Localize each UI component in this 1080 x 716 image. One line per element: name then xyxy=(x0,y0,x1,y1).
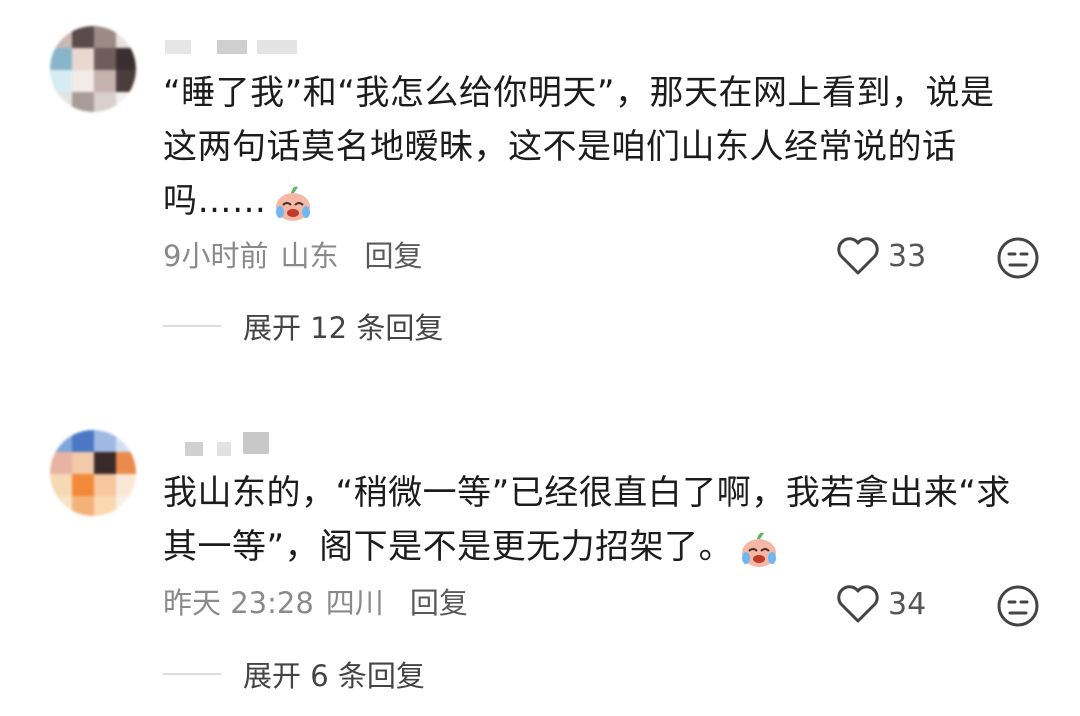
comment-line: 这两句话莫名地暧昧，这不是咱们山东人经常说的话 xyxy=(163,127,957,167)
comment-line: 其一等”，阁下是不是更无力招架了。 xyxy=(163,520,1033,574)
crying-laughing-face-icon xyxy=(742,532,777,567)
comment-meta: 9小时前 山东 回复 xyxy=(163,236,422,276)
dislike-button[interactable] xyxy=(996,236,1040,284)
comment-meta: 昨天 23:28 四川 回复 xyxy=(163,583,468,623)
crying-laughing-face-icon xyxy=(275,186,310,221)
divider xyxy=(163,325,221,327)
comment-text: “睡了我”和“我怎么给你明天”，那天在网上看到，说是 这两句话莫名地暧昧，这不是… xyxy=(163,66,1033,228)
expand-replies-label: 展开 12 条回复 xyxy=(243,311,444,345)
divider xyxy=(163,673,221,675)
timestamp: 9小时前 xyxy=(163,239,269,273)
timestamp: 昨天 23:28 xyxy=(163,586,314,620)
expand-replies-label: 展开 6 条回复 xyxy=(243,659,425,693)
expand-replies-button[interactable]: 展开 6 条回复 xyxy=(163,653,425,695)
neutral-face-icon xyxy=(997,585,1039,627)
neutral-face-icon xyxy=(997,237,1039,279)
avatar[interactable] xyxy=(50,430,136,516)
dislike-button[interactable] xyxy=(996,584,1040,632)
comment-line: “睡了我”和“我怎么给你明天”，那天在网上看到，说是 xyxy=(163,73,995,113)
like-count: 34 xyxy=(888,586,927,622)
comment-line: 吗…… xyxy=(163,174,1033,228)
heart-icon xyxy=(837,585,879,623)
expand-replies-button[interactable]: 展开 12 条回复 xyxy=(163,305,443,347)
comment-text: 我山东的，“稍微一等”已经很直白了啊，我若拿出来“求 其一等”，阁下是不是更无力… xyxy=(163,466,1033,574)
reply-button[interactable]: 回复 xyxy=(364,239,422,273)
heart-icon xyxy=(837,237,879,275)
like-button[interactable]: 34 xyxy=(836,584,926,624)
like-button[interactable]: 33 xyxy=(836,236,926,276)
reply-button[interactable]: 回复 xyxy=(410,586,468,620)
comment-line: 我山东的，“稍微一等”已经很直白了啊，我若拿出来“求 xyxy=(163,473,1011,513)
avatar[interactable] xyxy=(50,26,136,112)
location: 山东 xyxy=(280,239,339,273)
location: 四川 xyxy=(325,586,384,620)
like-count: 33 xyxy=(888,238,927,274)
